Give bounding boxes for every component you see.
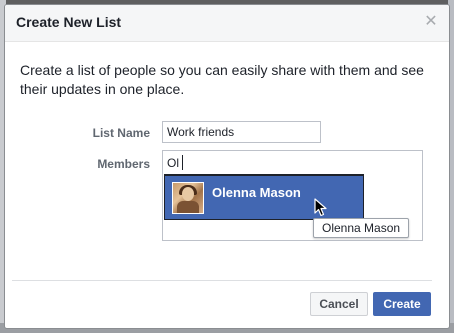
dialog-description: Create a list of people so you can easil… [20,62,424,97]
dialog-header: Create New List ✕ [5,5,449,42]
cancel-button[interactable]: Cancel [310,292,368,316]
typeahead-suggestion[interactable]: Olenna Mason [164,174,364,220]
members-label: Members [97,157,150,171]
create-button[interactable]: Create [373,292,431,316]
close-icon[interactable]: ✕ [423,13,439,31]
text-caret [182,155,183,170]
list-name-input[interactable] [162,121,321,143]
avatar [172,182,204,214]
members-input[interactable] [167,154,287,172]
footer-divider [12,280,432,281]
tooltip: Olenna Mason [313,218,410,238]
suggestion-name: Olenna Mason [212,185,301,200]
list-name-label: List Name [92,126,150,140]
dialog-title: Create New List [16,14,122,30]
mouse-pointer-icon [314,198,327,217]
